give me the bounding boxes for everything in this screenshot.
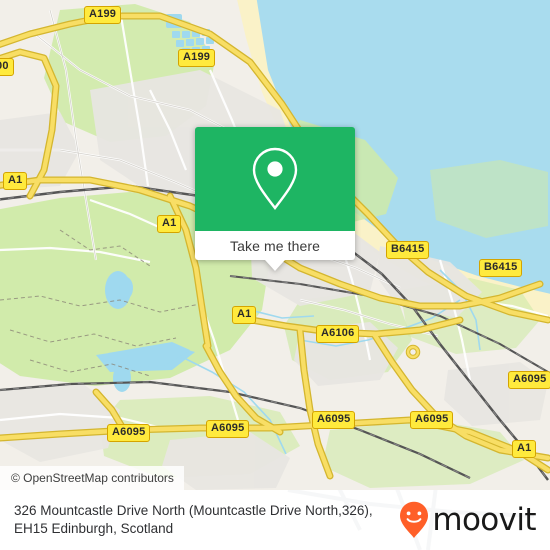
road-shield: 00 <box>0 58 14 76</box>
road-shield: A1 <box>157 215 182 233</box>
location-address-text: 326 Mountcastle Drive North (Mountcastle… <box>14 503 373 536</box>
footer-content: 326 Mountcastle Drive North (Mountcastle… <box>0 490 550 550</box>
page-footer: 326 Mountcastle Drive North (Mountcastle… <box>0 490 550 550</box>
road-shield: A6095 <box>107 424 151 442</box>
take-me-there-label: Take me there <box>229 237 320 254</box>
road-shield: A1 <box>512 440 537 458</box>
osm-attribution-text[interactable]: © OpenStreetMap contributors <box>11 471 174 485</box>
map-attribution-bar: © OpenStreetMap contributors <box>0 466 184 490</box>
road-shield: B6415 <box>386 241 430 259</box>
road-shield: A6095 <box>206 420 250 438</box>
road-shield: A6095 <box>312 411 356 429</box>
moovit-pin-smiley-icon <box>400 501 429 538</box>
map-canvas[interactable]: A199 A199 00 A1 A1 B6415 B6415 A1 A6106 … <box>0 0 550 490</box>
road-shield: A6095 <box>410 411 454 429</box>
location-callout-card[interactable]: Take me there <box>195 127 355 271</box>
callout-icon-panel <box>195 127 355 231</box>
road-shield: B6415 <box>479 259 523 277</box>
callout-pointer-tail <box>265 260 285 271</box>
moovit-logo[interactable]: moovit <box>399 501 537 539</box>
road-shield: A199 <box>84 6 122 24</box>
road-shield: A6106 <box>316 325 360 343</box>
map-pin-icon <box>252 147 298 210</box>
road-shield: A1 <box>3 172 28 190</box>
road-shield: A1 <box>232 306 257 324</box>
callout-action-bar[interactable]: Take me there <box>195 231 355 260</box>
moovit-wordmark: moovit <box>432 501 536 538</box>
moovit-location-map-page: A199 A199 00 A1 A1 B6415 B6415 A1 A6106 … <box>0 0 550 550</box>
road-shield: A6095 <box>508 371 550 389</box>
road-shield: A199 <box>178 49 216 67</box>
